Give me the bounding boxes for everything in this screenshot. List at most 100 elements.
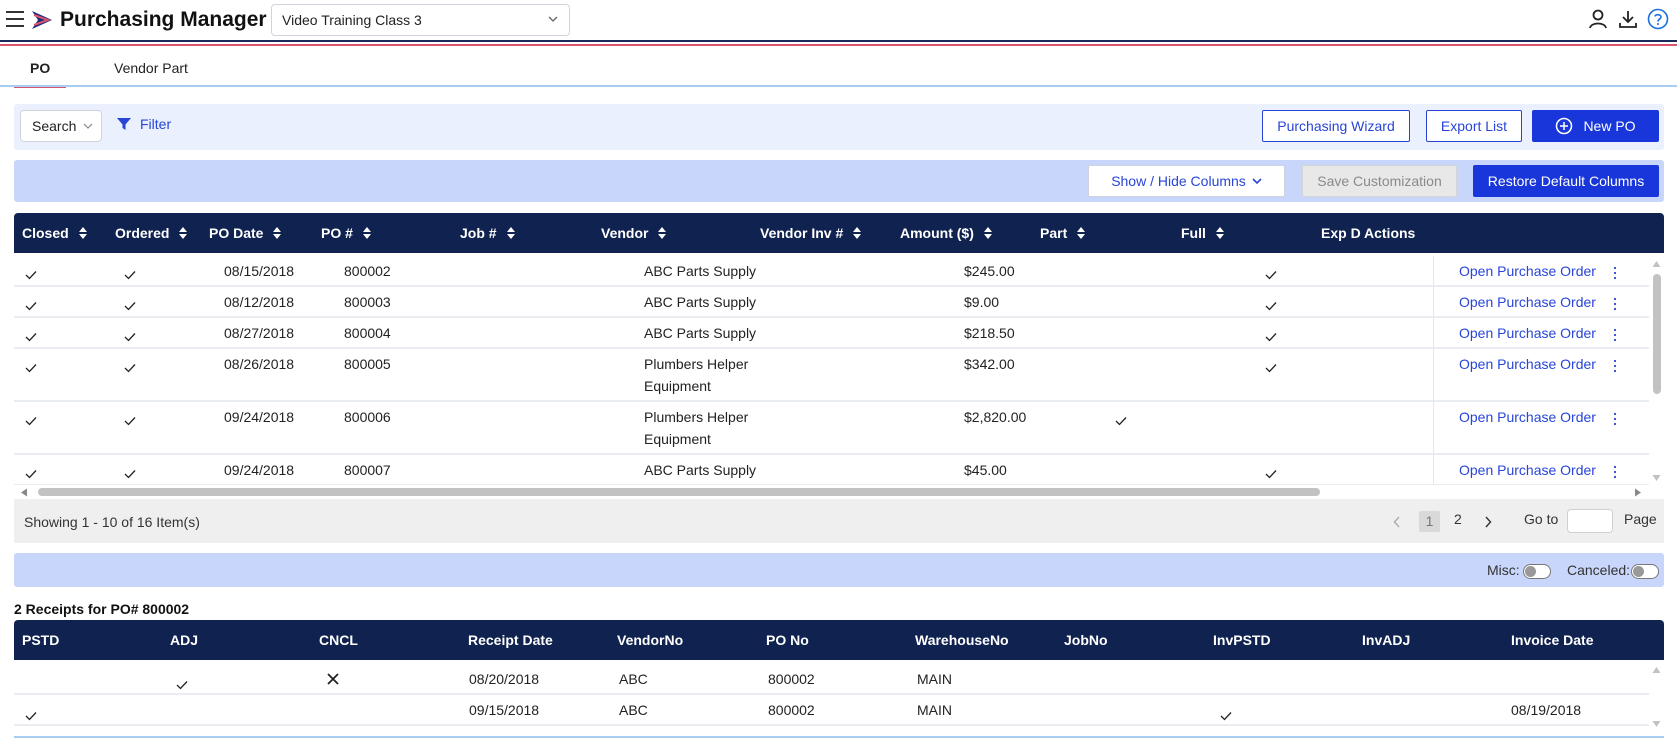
scrollbar-thumb[interactable] <box>38 488 1320 496</box>
scrollbar-thumb[interactable] <box>1653 274 1661 394</box>
filter-button[interactable]: Filter <box>116 116 171 132</box>
more-options-icon[interactable] <box>1613 465 1617 479</box>
more-options-icon[interactable] <box>1613 359 1617 373</box>
top-bar: Purchasing Manager Video Training Class … <box>0 0 1677 41</box>
canceled-toggle[interactable] <box>1631 564 1659 579</box>
open-purchase-order-link[interactable]: Open Purchase Order <box>1459 406 1596 428</box>
checkmark-icon <box>124 470 136 479</box>
checkmark-icon <box>1115 417 1127 426</box>
column-header-vendor-inv[interactable]: Vendor Inv # <box>760 225 862 241</box>
receipt-row: 08/20/2018 ABC 800002 MAIN <box>14 664 1649 695</box>
column-header-po[interactable]: PO # <box>321 225 371 241</box>
next-page-icon[interactable] <box>1484 516 1492 528</box>
purchasing-wizard-button[interactable]: Purchasing Wizard <box>1262 110 1410 142</box>
column-header-full[interactable]: Full <box>1181 225 1224 241</box>
sort-icon <box>506 227 515 239</box>
help-icon[interactable] <box>1647 8 1669 30</box>
po-number-cell: 800003 <box>344 294 391 310</box>
download-icon[interactable] <box>1617 8 1639 30</box>
company-select[interactable]: Video Training Class 3 <box>271 4 570 36</box>
tab-po[interactable]: PO <box>30 60 50 76</box>
misc-toggle[interactable] <box>1523 564 1551 579</box>
more-options-icon[interactable] <box>1613 412 1617 426</box>
scroll-right-icon[interactable] <box>1634 488 1642 497</box>
amount-cell: $45.00 <box>964 462 1007 478</box>
open-purchase-order-link[interactable]: Open Purchase Order <box>1459 260 1596 282</box>
receipts-vertical-scrollbar[interactable] <box>1649 664 1663 732</box>
column-header-amount[interactable]: Amount ($) <box>900 225 992 241</box>
more-options-icon[interactable] <box>1613 266 1617 280</box>
po-number-cell: 800004 <box>344 325 391 341</box>
column-header-po-no[interactable]: PO No <box>766 632 809 648</box>
sort-icon <box>362 227 371 239</box>
scroll-down-icon[interactable] <box>1652 720 1661 728</box>
open-purchase-order-link[interactable]: Open Purchase Order <box>1459 291 1596 313</box>
menu-icon[interactable] <box>6 11 24 27</box>
column-header-actions[interactable]: Actions <box>1364 225 1415 241</box>
more-options-icon[interactable] <box>1613 328 1617 342</box>
column-header-vendor[interactable]: Vendor <box>601 225 667 241</box>
column-header-cncl[interactable]: CNCL <box>319 632 358 648</box>
canceled-toggle-label: Canceled: <box>1567 562 1631 578</box>
checkmark-icon <box>124 364 136 373</box>
column-header-part[interactable]: Part <box>1040 225 1086 241</box>
open-purchase-order-link[interactable]: Open Purchase Order <box>1459 459 1596 481</box>
po-no-cell: 800002 <box>768 671 815 687</box>
show-hide-columns-button[interactable]: Show / Hide Columns <box>1088 165 1285 197</box>
po-number-cell: 800005 <box>344 356 391 372</box>
checkmark-icon <box>25 302 37 311</box>
export-list-button[interactable]: Export List <box>1426 110 1522 142</box>
new-po-button[interactable]: New PO <box>1532 110 1659 142</box>
column-header-invoice-date[interactable]: Invoice Date <box>1511 632 1593 648</box>
tab-vendor-part[interactable]: Vendor Part <box>114 60 188 76</box>
column-header-adj[interactable]: ADJ <box>170 632 198 648</box>
column-header-label: Full <box>1181 225 1206 241</box>
search-dropdown-label: Search <box>32 118 77 134</box>
scroll-up-icon[interactable] <box>1652 666 1661 674</box>
page-2-link[interactable]: 2 <box>1454 511 1462 527</box>
table-row: 09/24/2018 800007 ABC Parts Supply $45.00 Op… <box>14 455 1649 486</box>
column-header-exp-d[interactable]: Exp D <box>1321 225 1361 241</box>
po-date-cell: 08/15/2018 <box>224 263 295 279</box>
save-customization-button[interactable]: Save Customization <box>1302 165 1457 197</box>
amount-cell: $245.00 <box>964 263 1015 279</box>
filter-icon <box>117 118 131 130</box>
column-header-vendorno[interactable]: VendorNo <box>617 632 683 648</box>
column-header-jobno[interactable]: JobNo <box>1064 632 1108 648</box>
column-header-pstd[interactable]: PSTD <box>22 632 59 648</box>
column-header-invadj[interactable]: InvADJ <box>1362 632 1410 648</box>
restore-default-columns-button[interactable]: Restore Default Columns <box>1473 165 1659 197</box>
plus-circle-icon <box>1556 117 1573 135</box>
scroll-down-icon[interactable] <box>1652 474 1661 482</box>
po-grid-horizontal-scrollbar[interactable] <box>14 485 1649 499</box>
column-header-receipt-date[interactable]: Receipt Date <box>468 632 553 648</box>
column-header-label: PO # <box>321 225 353 241</box>
column-header-invpstd[interactable]: InvPSTD <box>1213 632 1271 648</box>
goto-page-input[interactable] <box>1567 509 1613 533</box>
open-purchase-order-link[interactable]: Open Purchase Order <box>1459 322 1596 344</box>
more-options-icon[interactable] <box>1613 297 1617 311</box>
warehouse-no-cell: MAIN <box>917 671 952 687</box>
column-header-closed[interactable]: Closed <box>22 225 87 241</box>
warehouse-no-cell: MAIN <box>917 702 952 718</box>
column-header-po-date[interactable]: PO Date <box>209 225 282 241</box>
open-purchase-order-link[interactable]: Open Purchase Order <box>1459 353 1596 375</box>
scroll-up-icon[interactable] <box>1652 260 1661 268</box>
column-header-warehouseno[interactable]: WarehouseNo <box>915 632 1009 648</box>
user-icon[interactable] <box>1587 8 1609 30</box>
sort-icon <box>1215 227 1224 239</box>
invoice-date-cell: 08/19/2018 <box>1511 702 1582 718</box>
current-page[interactable]: 1 <box>1419 511 1440 532</box>
po-number-cell: 800002 <box>344 263 391 279</box>
po-grid-vertical-scrollbar[interactable] <box>1649 256 1663 486</box>
sort-icon <box>1077 227 1086 239</box>
column-header-job[interactable]: Job # <box>460 225 515 241</box>
search-dropdown[interactable]: Search <box>20 110 102 142</box>
column-header-label: Amount ($) <box>900 225 974 241</box>
prev-page-icon[interactable] <box>1393 516 1401 528</box>
checkmark-icon <box>124 302 136 311</box>
sort-icon <box>853 227 862 239</box>
column-header-ordered[interactable]: Ordered <box>115 225 188 241</box>
column-header-label: Part <box>1040 225 1068 241</box>
scroll-left-icon[interactable] <box>20 488 28 497</box>
